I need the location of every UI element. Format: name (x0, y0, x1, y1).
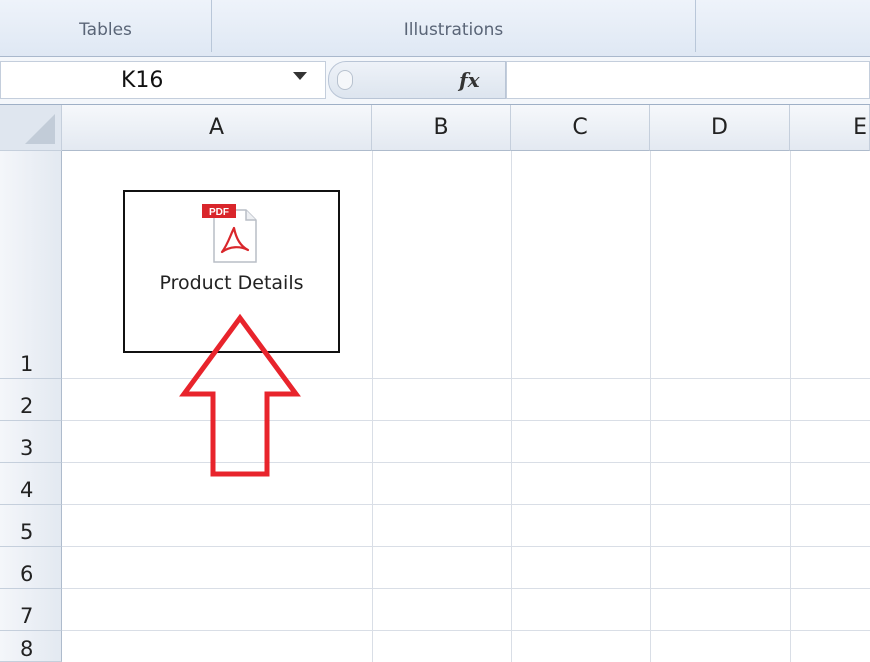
name-box[interactable]: K16 (0, 61, 326, 99)
row-header-3[interactable]: 3 (0, 421, 62, 463)
ribbon-group-next[interactable] (696, 0, 870, 52)
gridline (62, 420, 870, 421)
column-header-b[interactable]: B (372, 105, 511, 151)
gridline (372, 151, 373, 662)
expand-handle-icon[interactable] (337, 70, 353, 90)
column-header-d[interactable]: D (650, 105, 790, 151)
select-all-button[interactable] (0, 105, 62, 151)
row-header-8[interactable]: 8 (0, 631, 62, 662)
ribbon-group-illustrations[interactable]: Illustrations (212, 0, 696, 52)
chevron-down-icon[interactable] (293, 72, 307, 80)
gridline (790, 151, 791, 662)
gridline (62, 504, 870, 505)
gridline (62, 588, 870, 589)
embedded-pdf-object[interactable]: PDF Product Details (123, 190, 340, 353)
pdf-object-caption: Product Details (159, 272, 304, 294)
row-header-7[interactable]: 7 (0, 589, 62, 631)
row-header-4[interactable]: 4 (0, 463, 62, 505)
row-header-2[interactable]: 2 (0, 379, 62, 421)
formula-bar: K16 fx (0, 57, 870, 105)
ribbon-group-label: Tables (79, 20, 132, 40)
column-header-a[interactable]: A (62, 105, 372, 151)
ribbon-group-label: Illustrations (403, 20, 504, 40)
ribbon: Tables Illustrations (0, 0, 870, 57)
column-header-c[interactable]: C (511, 105, 650, 151)
ribbon-group-tables[interactable]: Tables (0, 0, 212, 52)
formula-controls: fx (328, 61, 506, 99)
worksheet[interactable]: A B C D E 1 2 3 4 5 6 7 8 (0, 105, 870, 662)
pdf-badge-label: PDF (209, 207, 229, 218)
name-box-value: K16 (121, 68, 164, 93)
gridline (511, 151, 512, 662)
gridline (62, 462, 870, 463)
gridline (62, 378, 870, 379)
row-header-1[interactable]: 1 (0, 151, 62, 379)
insert-function-button[interactable]: fx (459, 68, 480, 92)
gridline (62, 546, 870, 547)
row-header-6[interactable]: 6 (0, 547, 62, 589)
pdf-file-icon: PDF (202, 204, 257, 263)
select-all-icon (25, 114, 55, 144)
gridline (650, 151, 651, 662)
row-header-5[interactable]: 5 (0, 505, 62, 547)
formula-input[interactable] (506, 61, 870, 99)
column-header-e[interactable]: E (790, 105, 870, 151)
gridline (62, 630, 870, 631)
